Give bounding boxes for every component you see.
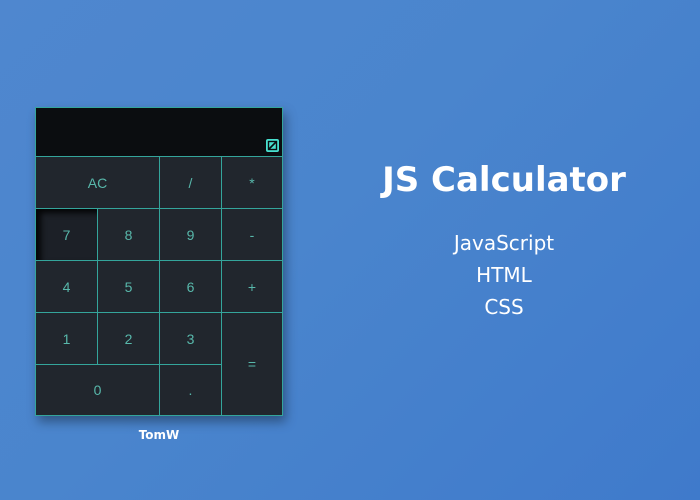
calculator-display <box>36 108 282 157</box>
key-plus[interactable]: + <box>222 261 282 313</box>
key-1[interactable]: 1 <box>36 313 98 365</box>
technology-list: JavaScript HTML CSS <box>360 227 648 323</box>
author-credit: TomW <box>138 428 180 442</box>
key-3[interactable]: 3 <box>160 313 222 365</box>
key-0[interactable]: 0 <box>36 365 160 415</box>
minimize-icon[interactable] <box>266 139 279 152</box>
key-decimal[interactable]: . <box>160 365 222 415</box>
key-5[interactable]: 5 <box>98 261 160 313</box>
key-minus[interactable]: - <box>222 209 282 261</box>
calculator: AC / * 7 8 9 - 4 5 6 + 1 2 3 = 0 . <box>35 107 283 416</box>
key-8[interactable]: 8 <box>98 209 160 261</box>
technology-item: CSS <box>484 295 524 319</box>
key-equals[interactable]: = <box>222 313 282 415</box>
page-title: JS Calculator <box>382 160 626 200</box>
key-divide[interactable]: / <box>160 157 222 209</box>
key-6[interactable]: 6 <box>160 261 222 313</box>
key-multiply[interactable]: * <box>222 157 282 209</box>
key-clear[interactable]: AC <box>36 157 160 209</box>
key-7[interactable]: 7 <box>36 209 98 261</box>
technology-item: JavaScript <box>453 231 555 255</box>
key-2[interactable]: 2 <box>98 313 160 365</box>
technology-item: HTML <box>476 263 532 287</box>
project-info: JS Calculator JavaScript HTML CSS <box>360 155 648 339</box>
key-9[interactable]: 9 <box>160 209 222 261</box>
key-4[interactable]: 4 <box>36 261 98 313</box>
